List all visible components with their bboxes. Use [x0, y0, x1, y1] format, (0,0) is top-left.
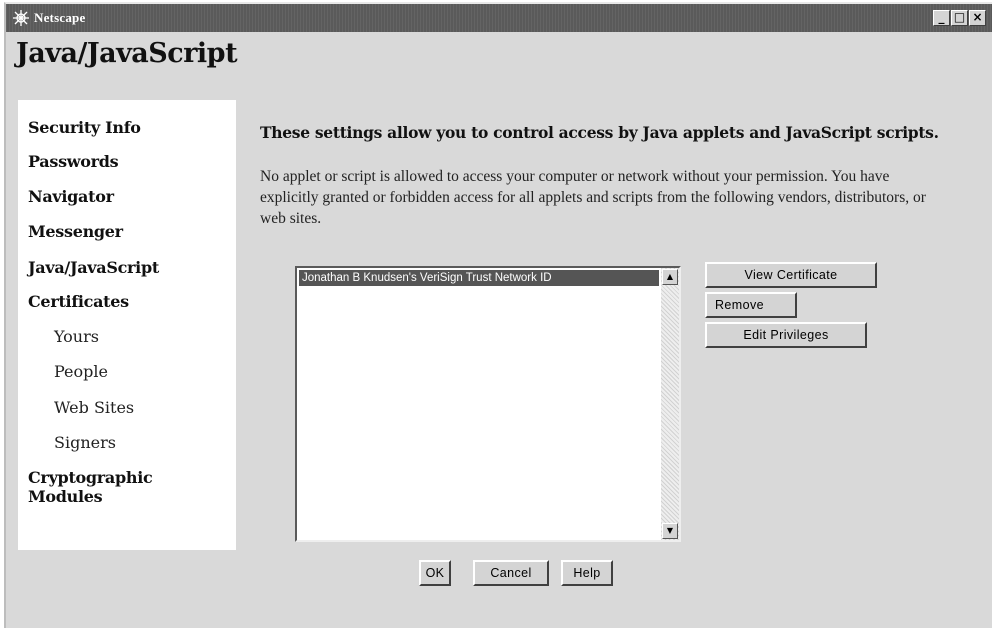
- list-item[interactable]: Jonathan B Knudsen's VeriSign Trust Netw…: [299, 270, 659, 286]
- sidebar-item-yours[interactable]: Yours: [54, 327, 99, 346]
- help-button[interactable]: Help: [561, 560, 613, 586]
- sidebar-item-certificates[interactable]: Certificates: [28, 292, 129, 311]
- trusted-signers-list[interactable]: Jonathan B Knudsen's VeriSign Trust Netw…: [295, 266, 681, 542]
- sidebar-item-web-sites[interactable]: Web Sites: [54, 398, 134, 417]
- ok-button[interactable]: OK: [419, 560, 451, 586]
- sidebar-item-label: Modules: [28, 487, 103, 506]
- netscape-logo-icon: [13, 10, 29, 26]
- minimize-icon[interactable]: _: [933, 10, 950, 26]
- sidebar-item-navigator[interactable]: Navigator: [28, 187, 114, 206]
- window-title: Netscape: [34, 10, 86, 25]
- scroll-up-icon[interactable]: ▲: [662, 269, 678, 285]
- sidebar: Security Info Passwords Navigator Messen…: [18, 100, 236, 550]
- title-bar[interactable]: Netscape _ □ ×: [6, 4, 992, 32]
- description-text: No applet or script is allowed to access…: [260, 168, 926, 227]
- page-title: Java/JavaScript: [16, 38, 238, 69]
- scroll-down-icon[interactable]: ▼: [662, 523, 678, 539]
- remove-button[interactable]: Remove: [705, 292, 797, 318]
- edit-privileges-button[interactable]: Edit Privileges: [705, 322, 867, 348]
- close-icon[interactable]: ×: [969, 10, 986, 26]
- sidebar-item-signers[interactable]: Signers: [54, 433, 116, 452]
- sidebar-item-java-javascript[interactable]: Java/JavaScript: [28, 258, 159, 277]
- list-scrollbar[interactable]: ▲ ▼: [661, 268, 679, 540]
- sidebar-item-passwords[interactable]: Passwords: [28, 152, 119, 171]
- sidebar-item-people[interactable]: People: [54, 362, 108, 381]
- sidebar-item-messenger[interactable]: Messenger: [28, 222, 123, 241]
- maximize-icon[interactable]: □: [951, 10, 968, 26]
- sidebar-item-label: Cryptographic: [28, 468, 153, 487]
- sidebar-item-cryptographic-modules[interactable]: Cryptographic Modules: [28, 468, 153, 506]
- netscape-window: Netscape _ □ × Java/JavaScript Security …: [4, 2, 992, 628]
- cancel-button[interactable]: Cancel: [473, 560, 549, 586]
- view-certificate-button[interactable]: View Certificate: [705, 262, 877, 288]
- sidebar-item-security-info[interactable]: Security Info: [28, 118, 141, 137]
- section-heading: These settings allow you to control acce…: [260, 123, 939, 142]
